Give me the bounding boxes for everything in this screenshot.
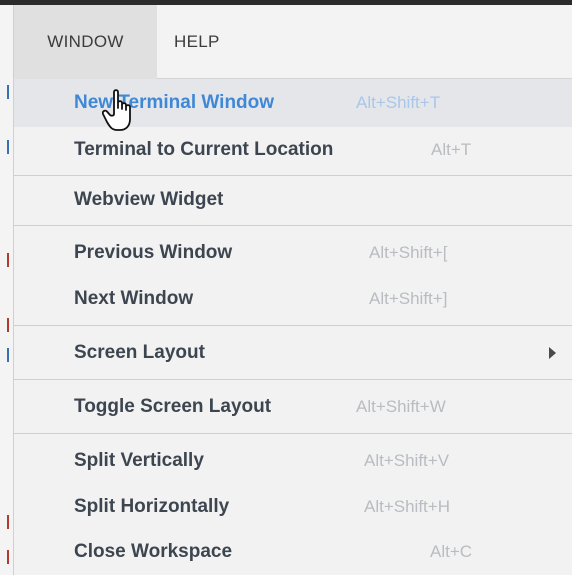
edge-mark xyxy=(7,85,9,99)
submenu-arrow-icon xyxy=(549,347,556,359)
menu-item-shortcut: Alt+Shift+[ xyxy=(369,243,448,262)
menu-item-new-terminal-window[interactable]: New Terminal Window Alt+Shift+T xyxy=(14,79,572,127)
menu-item-shortcut: Alt+Shift+V xyxy=(364,451,450,470)
menu-item-webview-widget[interactable]: Webview Widget xyxy=(14,176,572,224)
menu-item-split-horizontally[interactable]: Split Horizontally Alt+Shift+H xyxy=(14,483,572,531)
menu-separator xyxy=(14,379,572,380)
menubar-item-window[interactable]: WINDOW xyxy=(14,5,157,79)
menu-item-shortcut: Alt+Shift+T xyxy=(356,93,441,112)
menu-item-label: Webview Widget xyxy=(74,189,224,210)
menubar-item-help[interactable]: HELP xyxy=(174,5,254,79)
menu-item-label: Split Horizontally xyxy=(74,496,230,517)
window-dropdown-menu: New Terminal Window Alt+Shift+T Terminal… xyxy=(14,79,572,575)
menu-item-label: Close Workspace xyxy=(74,541,233,562)
edge-mark xyxy=(7,140,9,154)
menubar: WINDOW HELP xyxy=(14,5,572,79)
hand-pointer-icon xyxy=(102,89,131,131)
menu-item-terminal-to-current-location[interactable]: Terminal to Current Location Alt+T xyxy=(14,126,572,174)
menu-item-label: Screen Layout xyxy=(74,342,205,363)
menu-item-toggle-screen-layout[interactable]: Toggle Screen Layout Alt+Shift+W xyxy=(14,383,572,431)
menu-separator xyxy=(14,325,572,326)
edge-mark xyxy=(7,318,9,332)
menu-item-shortcut: Alt+Shift+W xyxy=(356,397,446,416)
menu-item-next-window[interactable]: Next Window Alt+Shift+] xyxy=(14,275,572,323)
menu-item-label: Next Window xyxy=(74,288,194,309)
menu-item-close-workspace[interactable]: Close Workspace Alt+C xyxy=(14,528,572,576)
menu-item-screen-layout[interactable]: Screen Layout xyxy=(14,329,572,377)
underlying-window-edge xyxy=(0,5,14,575)
edge-mark xyxy=(7,253,9,267)
menu-item-shortcut: Alt+Shift+H xyxy=(364,497,450,516)
menu-item-label: Split Vertically xyxy=(74,450,204,471)
menu-item-split-vertically[interactable]: Split Vertically Alt+Shift+V xyxy=(14,437,572,485)
menu-separator xyxy=(14,225,572,226)
menu-item-previous-window[interactable]: Previous Window Alt+Shift+[ xyxy=(14,229,572,277)
menu-item-shortcut: Alt+C xyxy=(430,542,473,561)
edge-mark xyxy=(7,348,9,362)
menu-separator xyxy=(14,433,572,434)
menu-item-label: Previous Window xyxy=(74,242,233,263)
edge-mark xyxy=(7,515,9,529)
menu-item-shortcut: Alt+T xyxy=(431,140,472,159)
menu-item-label: Toggle Screen Layout xyxy=(74,396,272,417)
edge-mark xyxy=(7,550,9,564)
menu-item-shortcut: Alt+Shift+] xyxy=(369,289,448,308)
